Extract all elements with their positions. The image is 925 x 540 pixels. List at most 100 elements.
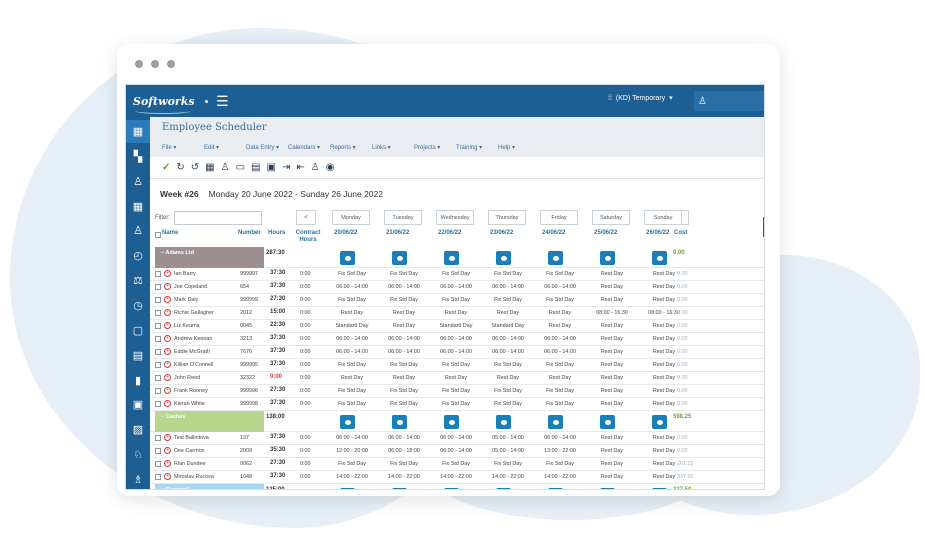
comment-icon[interactable]: [444, 415, 459, 429]
shift-cell[interactable]: Standard Day: [431, 323, 481, 329]
menu-edit[interactable]: Edit ▾: [204, 144, 246, 151]
shift-cell[interactable]: Fix Std Day: [483, 362, 533, 368]
palette-icon[interactable]: ◉: [326, 162, 335, 173]
shift-cell[interactable]: Fix Std Day: [483, 401, 533, 407]
comment-icon[interactable]: [652, 251, 667, 265]
employee-name[interactable]: Andrew Keenan: [174, 336, 212, 342]
comment-icon[interactable]: [548, 251, 563, 265]
shift-cell[interactable]: Fix Std Day: [431, 401, 481, 407]
day-button-thursday[interactable]: Thursday: [488, 210, 526, 225]
row-checkbox[interactable]: [155, 284, 161, 290]
table-row[interactable]: + Richie Gallagher 2012 15:00 0:00 Rest Day Re…: [150, 307, 764, 320]
sidebar-nav-icon[interactable]: ▨: [126, 418, 150, 441]
shift-cell[interactable]: Fix Std Day: [379, 461, 429, 467]
shift-cell[interactable]: Rest Day: [587, 448, 637, 454]
comment-icon[interactable]: [444, 251, 459, 265]
menu-toggle[interactable]: ☰: [205, 93, 229, 110]
shift-cell[interactable]: 06:00 - 14:00: [327, 349, 377, 355]
shift-cell[interactable]: 06:00 - 14:00: [379, 284, 429, 290]
shift-cell[interactable]: Fix Std Day: [535, 362, 585, 368]
employee-name[interactable]: Test Ballintova: [174, 435, 209, 441]
sidebar-nav-icon[interactable]: ▮: [126, 369, 150, 392]
add-shift-icon[interactable]: +: [164, 283, 171, 290]
sidebar-nav-icon[interactable]: ▚: [126, 145, 150, 168]
shift-cell[interactable]: 08:00 - 16:30: [587, 310, 637, 316]
table-row[interactable]: + Kieran White 999998 37:30 0:00 Fix Std Day F…: [150, 398, 764, 411]
shift-cell[interactable]: Rest Day: [327, 310, 377, 316]
shift-cell[interactable]: 05:00 - 14:00: [483, 435, 533, 441]
shift-cell[interactable]: 06:00 - 14:00: [431, 284, 481, 290]
menu-calendars[interactable]: Calendars ▾: [288, 144, 330, 151]
hamburger-icon[interactable]: ☰: [216, 93, 229, 110]
select-all-checkbox[interactable]: [155, 232, 161, 238]
row-checkbox[interactable]: [155, 271, 161, 277]
row-checkbox[interactable]: [155, 362, 161, 368]
shift-cell[interactable]: Fix Std Day: [431, 297, 481, 303]
shift-cell[interactable]: Rest Day: [431, 310, 481, 316]
shift-cell[interactable]: 06:00 - 14:00: [327, 284, 377, 290]
shift-cell[interactable]: 06:00 - 18:00: [379, 448, 429, 454]
table-row[interactable]: + Test Ballintova 137 37:30 0:00 06:00 - 14:0…: [150, 432, 764, 445]
menu-data-entry[interactable]: Data Entry ▾: [246, 144, 288, 151]
add-shift-icon[interactable]: +: [164, 400, 171, 407]
shift-cell[interactable]: 06:00 - 14:00: [431, 349, 481, 355]
sidebar-nav-icon[interactable]: ◴: [126, 244, 150, 267]
delete-icon[interactable]: ↻: [176, 162, 184, 173]
add-shift-icon[interactable]: +: [164, 335, 171, 342]
comment-icon[interactable]: [496, 415, 511, 429]
prev-week-button[interactable]: <: [296, 210, 316, 225]
add-shift-icon[interactable]: +: [164, 348, 171, 355]
shift-cell[interactable]: Fix Std Day: [483, 271, 533, 277]
add-shift-icon[interactable]: +: [164, 270, 171, 277]
table-row[interactable]: + Joe Copeland 654 37:30 0:00 06:00 - 14:00 06…: [150, 281, 764, 294]
add-shift-icon[interactable]: +: [164, 434, 171, 441]
comment-icon[interactable]: [340, 251, 355, 265]
shift-cell[interactable]: Fix Std Day: [431, 388, 481, 394]
employee-name[interactable]: Killian O'Connell: [174, 362, 213, 368]
row-checkbox[interactable]: [155, 375, 161, 381]
shift-cell[interactable]: Fix Std Day: [535, 297, 585, 303]
group-name[interactable]: − Cashes: [155, 411, 264, 432]
employee-name[interactable]: Eddie McGrath: [174, 349, 210, 355]
shift-cell[interactable]: Rest Day: [587, 362, 637, 368]
table-row[interactable]: + John Reed 32322 0:00 0:00 Rest Day Rest Day R…: [150, 372, 764, 385]
shift-cell[interactable]: 13:00 - 22:00: [535, 448, 585, 454]
shift-cell[interactable]: Fix Std Day: [327, 362, 377, 368]
employee-name[interactable]: Kieran White: [174, 401, 205, 407]
shift-cell[interactable]: Rest Day: [587, 323, 637, 329]
employee-name[interactable]: Joe Copeland: [174, 284, 207, 290]
shift-cell[interactable]: Fix Std Day: [535, 271, 585, 277]
employee-name[interactable]: Rian Dundee: [174, 461, 205, 467]
shift-cell[interactable]: Rest Day: [483, 310, 533, 316]
shift-cell[interactable]: Rest Day: [535, 323, 585, 329]
shift-cell[interactable]: 06:00 - 14:00: [535, 336, 585, 342]
shift-cell[interactable]: Rest Day: [587, 336, 637, 342]
table-row[interactable]: + Andrew Keenan 3213 37:30 0:00 06:00 - 14:00…: [150, 333, 764, 346]
sidebar-nav-icon[interactable]: ♙: [126, 170, 150, 193]
add-shift-icon[interactable]: +: [164, 473, 171, 480]
shift-cell[interactable]: Rest Day: [379, 375, 429, 381]
comment-icon[interactable]: [600, 415, 615, 429]
table-row[interactable]: + Dee Carmon 2009 35:30 0:00 12:00 - 20:00 06:…: [150, 445, 764, 458]
sidebar-nav-icon[interactable]: ♗: [126, 468, 150, 489]
table-row[interactable]: + Liz Kearns 0045 22:30 0:00 Standard Day Rest…: [150, 320, 764, 333]
day-button-friday[interactable]: Friday: [540, 210, 578, 225]
shift-cell[interactable]: Fix Std Day: [327, 297, 377, 303]
table-row[interactable]: + Miroslav Rucova 1048 37:30 0:00 14:00 - 22:…: [150, 471, 764, 484]
add-shift-icon[interactable]: +: [164, 361, 171, 368]
sidebar-nav-icon[interactable]: ▦: [126, 120, 150, 143]
shift-cell[interactable]: 06:00 - 14:00: [379, 435, 429, 441]
shift-cell[interactable]: Fix Std Day: [379, 362, 429, 368]
shift-cell[interactable]: Fix Std Day: [535, 461, 585, 467]
shift-cell[interactable]: 12:00 - 20:00: [327, 448, 377, 454]
group-name[interactable]: − Adams Ltd: [155, 247, 264, 268]
sidebar-nav-icon[interactable]: ♘: [126, 443, 150, 466]
comment-icon[interactable]: [444, 488, 459, 489]
shift-cell[interactable]: Fix Std Day: [483, 461, 533, 467]
shift-cell[interactable]: 06:00 - 14:00: [327, 435, 377, 441]
day-button-saturday[interactable]: Saturday: [592, 210, 630, 225]
shift-cell[interactable]: Rest Day: [587, 474, 637, 480]
menu-projects[interactable]: Projects ▾: [414, 144, 456, 151]
row-checkbox[interactable]: [155, 401, 161, 407]
row-checkbox[interactable]: [155, 297, 161, 303]
